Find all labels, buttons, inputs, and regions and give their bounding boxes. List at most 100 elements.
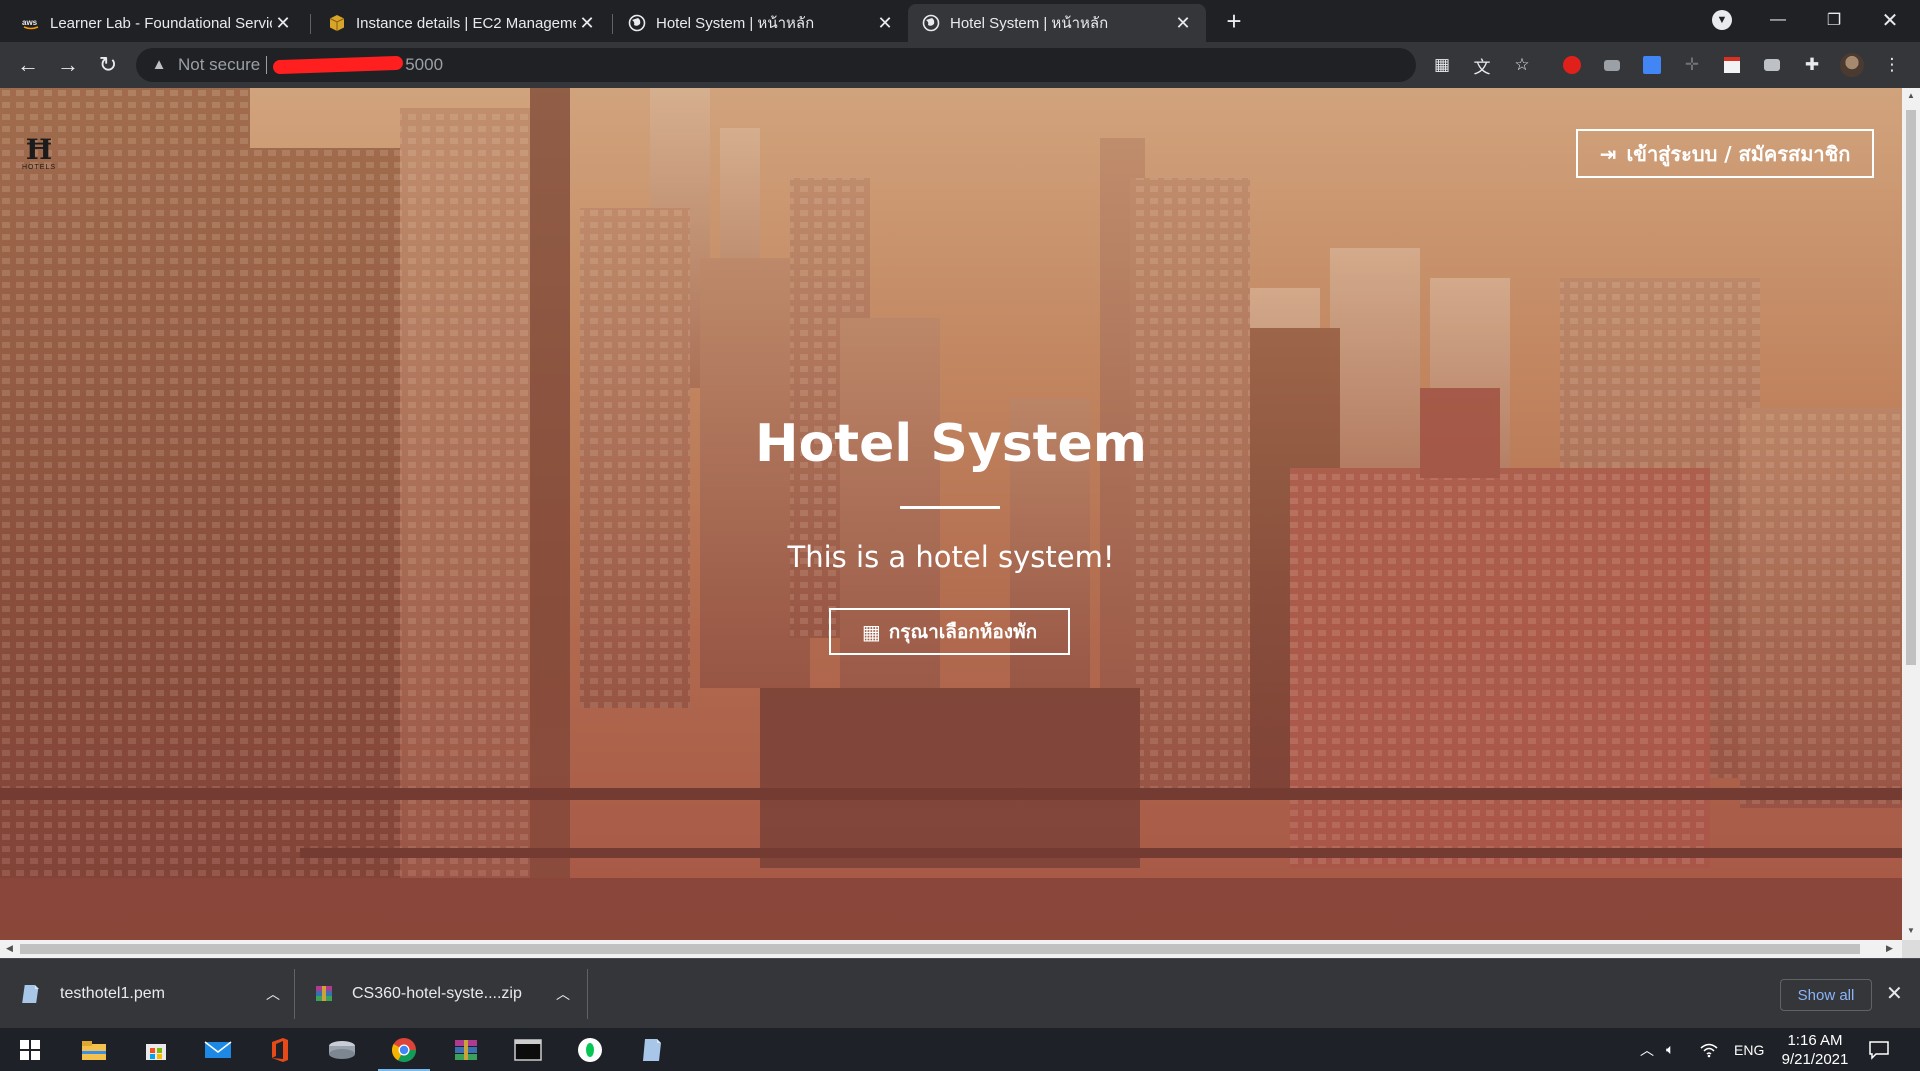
scrollbar-corner: [1902, 940, 1920, 958]
sign-in-icon: ⇥: [1599, 141, 1617, 166]
reload-button[interactable]: ↻: [92, 49, 124, 81]
chevron-down-icon: ▼: [1712, 10, 1732, 30]
new-tab-button[interactable]: +: [1220, 8, 1248, 36]
office-icon[interactable]: [264, 1034, 296, 1066]
tab-ec2-instance[interactable]: Instance details | EC2 Manageme ✕: [314, 4, 610, 42]
tab-hotel-system-active[interactable]: Hotel System | หน้าหลัก ✕: [908, 4, 1206, 42]
arrow-left-icon: ←: [17, 52, 39, 77]
translate-icon[interactable]: 文: [1470, 53, 1494, 77]
download-separator: [587, 969, 588, 1019]
clock-time: 1:16 AM: [1787, 1032, 1843, 1049]
svg-text:aws: aws: [22, 18, 38, 27]
page-viewport: Ħ HOTELS ⇥ เข้าสู่ระบบ / สมัครสมาชิก Hot…: [0, 88, 1902, 940]
aws-icon: aws: [22, 14, 40, 32]
security-label: Not secure: [178, 55, 261, 74]
tab-separator: [612, 14, 613, 34]
horizontal-scroll-thumb[interactable]: [20, 944, 1860, 954]
clock-date: 9/21/2021: [1781, 1051, 1849, 1068]
globe-icon: [922, 14, 940, 32]
winrar-archive-icon: [314, 983, 334, 1005]
arrow-right-icon: →: [57, 52, 79, 77]
back-button[interactable]: ←: [12, 49, 44, 81]
close-download-bar-icon[interactable]: ✕: [1886, 981, 1903, 1006]
close-icon[interactable]: ✕: [1172, 12, 1194, 34]
choose-room-button[interactable]: ▦ กรุณาเลือกห้องพัก: [829, 608, 1070, 655]
adblock-extension-icon[interactable]: [1560, 53, 1584, 77]
restore-button[interactable]: ❐: [1806, 0, 1862, 40]
show-all-downloads-button[interactable]: Show all: [1780, 979, 1872, 1011]
vertical-scroll-thumb[interactable]: [1906, 110, 1916, 665]
volume-icon[interactable]: 🔈︎: [1666, 1028, 1674, 1071]
hero-color-overlay: [0, 88, 1902, 940]
scroll-down-arrow-icon[interactable]: ▼: [1906, 926, 1916, 935]
forward-button[interactable]: →: [52, 49, 84, 81]
winrar-taskbar-icon[interactable]: [450, 1034, 482, 1066]
notepad-file-icon[interactable]: [636, 1034, 668, 1066]
tab-hotel-system-1[interactable]: Hotel System | หน้าหลัก ✕: [614, 4, 908, 42]
chevron-up-icon[interactable]: ︿: [266, 984, 280, 1004]
camera-extension-icon[interactable]: [1760, 53, 1784, 77]
mail-icon[interactable]: [202, 1034, 234, 1066]
login-register-label: เข้าสู่ระบบ / สมัครสมาชิก: [1626, 141, 1851, 166]
scroll-left-arrow-icon[interactable]: ◀: [6, 943, 13, 954]
tab-strip: aws Learner Lab - Foundational Servic ✕ …: [0, 0, 1920, 42]
system-clock[interactable]: 1:16 AM 9/21/2021: [1770, 1031, 1860, 1069]
horizontal-scrollbar[interactable]: ◀ ▶: [0, 940, 1902, 958]
tab-separator: [310, 14, 311, 34]
choose-room-label: กรุณาเลือกห้องพัก: [888, 620, 1038, 643]
tab-title: Learner Lab - Foundational Servic: [50, 14, 272, 32]
screen-capture-extension-icon[interactable]: [1600, 53, 1624, 77]
star-bookmark-icon[interactable]: ☆: [1510, 53, 1534, 77]
input-language-indicator[interactable]: ENG: [1734, 1028, 1764, 1071]
windows-start-icon[interactable]: [14, 1034, 46, 1066]
scroll-up-arrow-icon[interactable]: ▲: [1906, 91, 1916, 100]
chevron-up-icon: ︿: [1640, 1041, 1654, 1058]
action-center-icon[interactable]: [1868, 1028, 1890, 1071]
download-filename: testhotel1.pem: [60, 985, 165, 1002]
download-item-pem[interactable]: testhotel1.pem ︿: [22, 959, 280, 1029]
hero-subtitle: This is a hotel system!: [787, 540, 1115, 574]
login-register-button[interactable]: ⇥ เข้าสู่ระบบ / สมัครสมาชิก: [1576, 129, 1874, 178]
download-item-zip[interactable]: CS360-hotel-syste....zip ︿: [314, 959, 570, 1029]
vertical-scrollbar[interactable]: ▲ ▼: [1902, 88, 1920, 940]
building-icon: ▦: [861, 619, 881, 644]
logo-mark-icon: Ħ: [25, 133, 53, 166]
profile-avatar[interactable]: [1840, 53, 1864, 77]
tab-search-button[interactable]: ▼: [1694, 0, 1750, 40]
close-icon[interactable]: ✕: [272, 12, 294, 34]
qr-code-icon[interactable]: ▦: [1430, 53, 1454, 77]
chevron-up-icon[interactable]: ︿: [556, 984, 570, 1004]
download-separator: [294, 969, 295, 1019]
microsoft-store-icon[interactable]: [140, 1034, 172, 1066]
show-hidden-icons-button[interactable]: ︿: [1640, 1028, 1654, 1071]
scroll-right-arrow-icon[interactable]: ▶: [1886, 943, 1893, 954]
close-window-button[interactable]: ✕: [1862, 0, 1918, 40]
close-icon[interactable]: ✕: [874, 12, 896, 34]
globe-icon: [628, 14, 646, 32]
chrome-taskbar-icon[interactable]: [378, 1034, 430, 1071]
logo-wordmark: HOTELS: [22, 164, 57, 171]
close-icon[interactable]: ✕: [576, 12, 598, 34]
file-icon: [22, 983, 42, 1005]
tab-learner-lab[interactable]: aws Learner Lab - Foundational Servic ✕: [8, 4, 306, 42]
calendar-extension-icon[interactable]: [1720, 53, 1744, 77]
hero-title: Hotel System: [755, 414, 1147, 474]
file-explorer-icon[interactable]: [78, 1034, 110, 1066]
google-translate-extension-icon[interactable]: [1640, 53, 1664, 77]
move-extension-icon[interactable]: ✛: [1680, 53, 1704, 77]
hotel-logo[interactable]: Ħ HOTELS: [22, 136, 56, 176]
puzzle-extensions-icon[interactable]: ✚: [1800, 53, 1824, 77]
address-bar[interactable]: ▲ Not secure 5000: [136, 48, 1416, 82]
line-app-icon[interactable]: [574, 1034, 606, 1066]
hard-drive-icon[interactable]: [326, 1034, 358, 1066]
omnibox-divider: [266, 56, 268, 74]
windows-taskbar: ︿ 🔈︎ ENG 1:16 AM 9/21/2021: [0, 1028, 1920, 1071]
minimize-button[interactable]: —: [1750, 0, 1806, 40]
terminal-icon[interactable]: [512, 1034, 544, 1066]
reload-icon: ↻: [98, 52, 118, 77]
kebab-menu-icon[interactable]: ⋮: [1880, 53, 1904, 77]
tab-title: Hotel System | หน้าหลัก: [950, 15, 1109, 32]
warning-icon: ▲: [151, 56, 167, 73]
wifi-icon[interactable]: [1700, 1028, 1718, 1071]
redacted-url-scribble: [272, 55, 404, 75]
